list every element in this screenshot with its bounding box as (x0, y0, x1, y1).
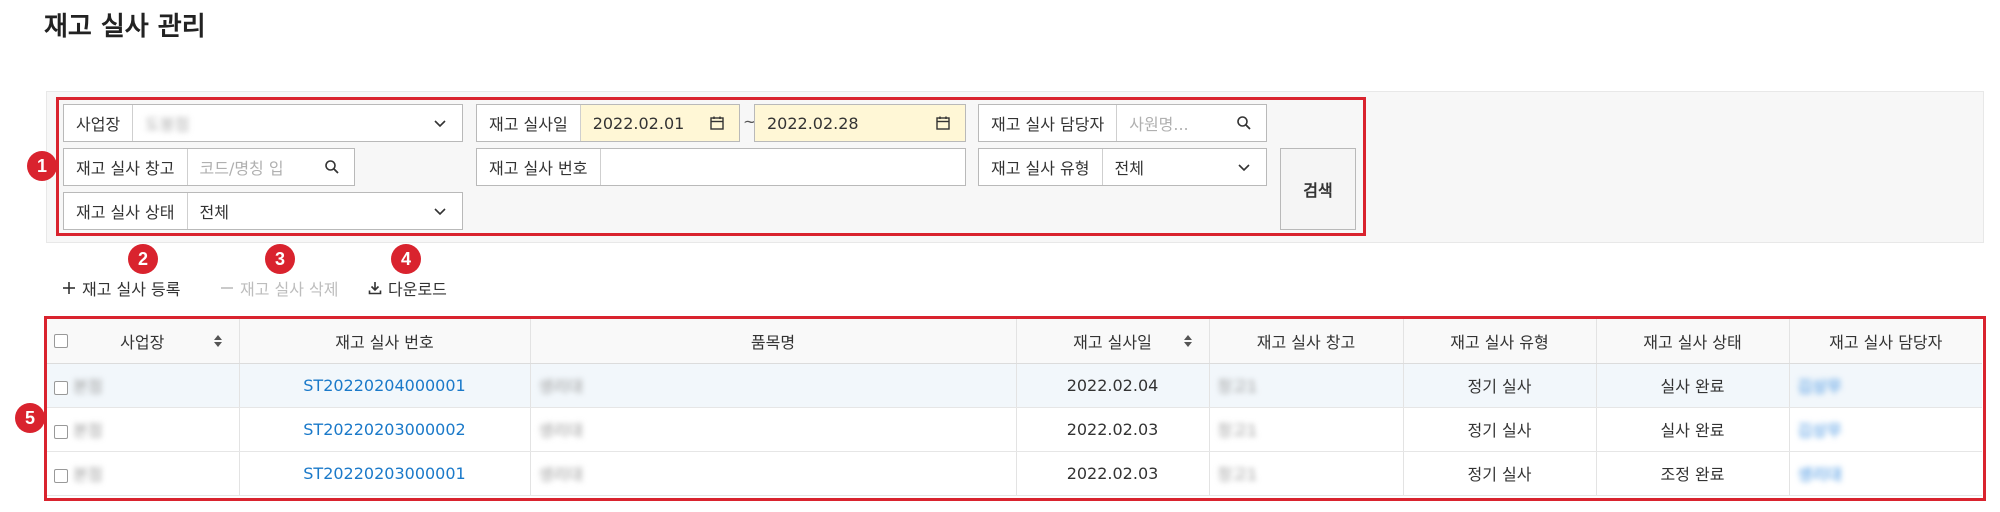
delete-button[interactable]: 재고 실사 삭제 (220, 276, 339, 300)
page-title: 재고 실사 관리 (44, 12, 206, 42)
callout-badge-4: 4 (391, 244, 421, 274)
grid-highlight-box (44, 316, 1986, 501)
minus-icon (221, 287, 233, 289)
callout-badge-5: 5 (15, 403, 45, 433)
filter-highlight-box (56, 97, 1366, 236)
register-button[interactable]: 재고 실사 등록 (62, 276, 181, 300)
download-icon (368, 282, 382, 295)
callout-badge-3: 3 (265, 244, 295, 274)
plus-icon (63, 282, 75, 294)
register-button-label: 재고 실사 등록 (82, 280, 181, 299)
download-button-label: 다운로드 (388, 280, 447, 299)
callout-badge-1: 1 (27, 151, 57, 181)
callout-badge-2: 2 (128, 244, 158, 274)
delete-button-label: 재고 실사 삭제 (240, 280, 339, 299)
download-button[interactable]: 다운로드 (368, 276, 447, 300)
